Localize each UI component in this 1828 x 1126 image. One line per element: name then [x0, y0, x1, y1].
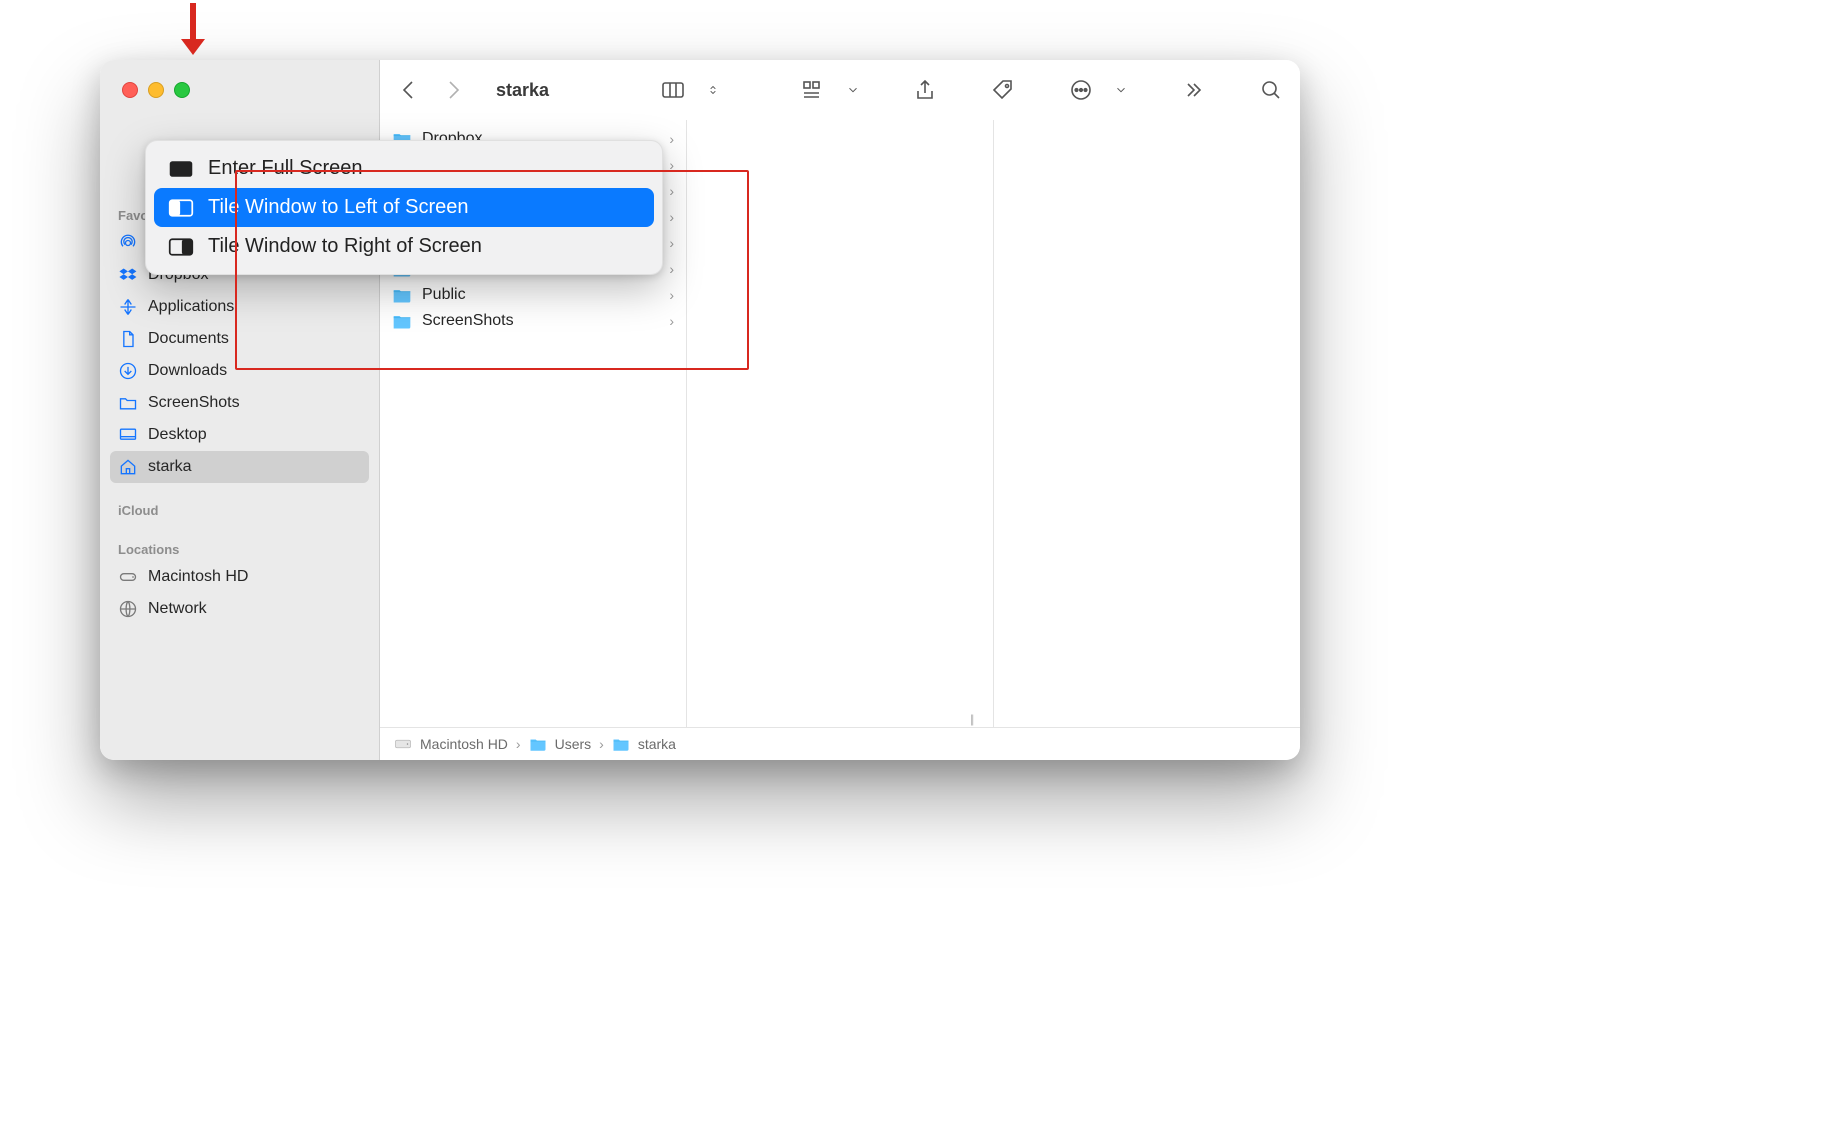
- column-resize-handle[interactable]: ||: [970, 712, 972, 726]
- search-button[interactable]: [1258, 77, 1284, 103]
- menu-item-right[interactable]: Tile Window to Right of Screen: [154, 227, 654, 266]
- sidebar-item-label: Desktop: [148, 426, 207, 444]
- chevron-right-icon: ›: [669, 313, 674, 329]
- share-button[interactable]: [912, 77, 938, 103]
- tile-full-icon: [168, 159, 194, 179]
- menu-item-full[interactable]: Enter Full Screen: [154, 149, 654, 188]
- sidebar-item-label: Network: [148, 600, 207, 618]
- back-button[interactable]: [396, 77, 422, 103]
- home-icon: [118, 457, 138, 477]
- column-item[interactable]: ScreenShots ›: [380, 308, 686, 334]
- sidebar-item-screenshots[interactable]: ScreenShots: [110, 387, 369, 419]
- column-1[interactable]: [687, 120, 994, 727]
- sidebar-section-icloud: iCloud: [110, 497, 369, 522]
- close-window-button[interactable]: [122, 82, 138, 98]
- folder-icon: [529, 737, 547, 751]
- sidebar-item-downloads[interactable]: Downloads: [110, 355, 369, 387]
- chevron-right-icon: ›: [669, 261, 674, 277]
- group-button[interactable]: [800, 77, 826, 103]
- chevron-right-icon: ›: [669, 157, 674, 173]
- folder-icon: [392, 287, 412, 303]
- path-separator: ›: [516, 736, 521, 752]
- window-title: starka: [496, 80, 549, 101]
- sidebar-item-desktop[interactable]: Desktop: [110, 419, 369, 451]
- folder-icon: [612, 737, 630, 751]
- sidebar-item-label: Documents: [148, 330, 229, 348]
- applications-icon: [118, 297, 138, 317]
- chevron-right-icon: ›: [669, 287, 674, 303]
- sidebar-item-label: Downloads: [148, 362, 227, 380]
- nav-buttons: [396, 77, 466, 103]
- view-columns-button[interactable]: [660, 77, 686, 103]
- chevron-down-icon[interactable]: [846, 77, 860, 103]
- sidebar-item-documents[interactable]: Documents: [110, 323, 369, 355]
- tag-button[interactable]: [990, 77, 1016, 103]
- path-bar: Macintosh HD › Users › starka: [380, 727, 1300, 760]
- column-item-label: ScreenShots: [422, 312, 514, 330]
- chevron-right-icon: ›: [669, 131, 674, 147]
- chevron-right-icon: ›: [669, 235, 674, 251]
- menu-item-label: Tile Window to Right of Screen: [208, 235, 482, 258]
- hdd-icon: [118, 567, 138, 587]
- dropbox-icon: [118, 265, 138, 285]
- overflow-button[interactable]: [1180, 77, 1206, 103]
- sidebar-item-label: Applications: [148, 298, 234, 316]
- folder-icon: [392, 313, 412, 329]
- chevron-right-icon: ›: [669, 209, 674, 225]
- view-updown-icon[interactable]: [706, 77, 720, 103]
- column-2[interactable]: [994, 120, 1300, 727]
- sidebar-item-label: starka: [148, 458, 192, 476]
- sidebar-item-home[interactable]: starka: [110, 451, 369, 483]
- sidebar-item-macintosh-hd[interactable]: Macintosh HD: [110, 561, 369, 593]
- tile-right-icon: [168, 237, 194, 257]
- toolbar: starka: [380, 60, 1300, 120]
- menu-item-label: Tile Window to Left of Screen: [208, 196, 469, 219]
- window-tile-menu: Enter Full Screen Tile Window to Left of …: [145, 140, 663, 275]
- menu-item-label: Enter Full Screen: [208, 157, 363, 180]
- action-menu-button[interactable]: [1068, 77, 1094, 103]
- sidebar-item-applications[interactable]: Applications: [110, 291, 369, 323]
- minimize-window-button[interactable]: [148, 82, 164, 98]
- chevron-right-icon: ›: [669, 183, 674, 199]
- chevron-down-icon[interactable]: [1114, 77, 1128, 103]
- sidebar-item-label: Macintosh HD: [148, 568, 248, 586]
- finder-window: Favourites AirDrop Dropbox Applications …: [100, 60, 1300, 760]
- menu-item-left[interactable]: Tile Window to Left of Screen: [154, 188, 654, 227]
- tile-left-icon: [168, 198, 194, 218]
- download-icon: [118, 361, 138, 381]
- airdrop-icon: [118, 233, 138, 253]
- fullscreen-window-button[interactable]: [174, 82, 190, 98]
- sidebar-section-locations: Locations: [110, 536, 369, 561]
- column-item[interactable]: Public ›: [380, 282, 686, 308]
- sidebar-item-label: ScreenShots: [148, 394, 240, 412]
- network-icon: [118, 599, 138, 619]
- path-segment[interactable]: Users: [555, 736, 592, 752]
- folder-icon: [118, 393, 138, 413]
- path-separator: ›: [599, 736, 604, 752]
- document-icon: [118, 329, 138, 349]
- path-segment[interactable]: Macintosh HD: [420, 736, 508, 752]
- traffic-lights: [122, 82, 190, 98]
- sidebar-item-network[interactable]: Network: [110, 593, 369, 625]
- desktop-icon: [118, 425, 138, 445]
- column-item-label: Public: [422, 286, 466, 304]
- annotation-arrow: [173, 3, 213, 66]
- path-segment[interactable]: starka: [638, 736, 676, 752]
- hdd-icon: [394, 737, 412, 751]
- forward-button[interactable]: [440, 77, 466, 103]
